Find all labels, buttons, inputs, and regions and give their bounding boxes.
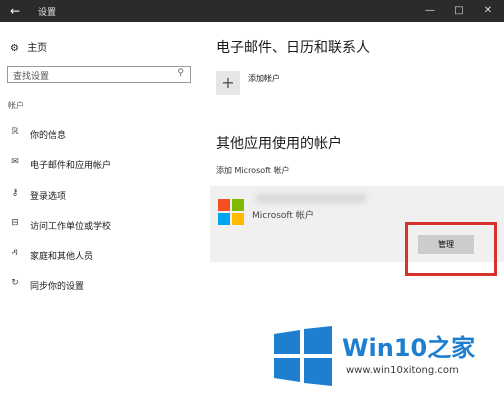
sidebar-home[interactable]: ⚙ 主页 (10, 39, 47, 54)
windows-logo-icon (274, 326, 332, 386)
watermark-zh: 之家 (427, 334, 476, 362)
briefcase-icon: ⊟ (11, 218, 19, 228)
sidebar-item-email-accounts[interactable]: ✉ 电子邮件和应用帐户 (0, 156, 200, 174)
back-arrow-icon[interactable]: ← (6, 3, 24, 19)
microsoft-logo-icon (218, 199, 244, 225)
sidebar-item-label: 同步你的设置 (30, 282, 85, 292)
section-heading: 其他应用使用的帐户 (216, 136, 342, 152)
close-button[interactable]: ✕ (474, 0, 502, 22)
sidebar-item-label: 你的信息 (30, 131, 67, 141)
manage-button[interactable]: 管理 (418, 235, 474, 254)
title-bar: ← 设置 — □ ✕ (0, 0, 504, 22)
sync-icon: ↻ (11, 278, 19, 288)
search-placeholder: 查找设置 (13, 72, 50, 82)
blurred-email (256, 194, 366, 203)
sidebar-item-sign-in[interactable]: ⚷ 登录选项 (0, 187, 200, 205)
search-input[interactable]: 查找设置 ⚲ (7, 66, 191, 83)
sidebar-item-work-school[interactable]: ⊟ 访问工作单位或学校 (0, 217, 200, 235)
gear-icon: ⚙ (10, 43, 19, 54)
add-account-button[interactable]: + (216, 71, 240, 95)
sidebar-item-label: 访问工作单位或学校 (30, 222, 112, 232)
window-title: 设置 (38, 8, 57, 18)
sidebar-item-label: 登录选项 (30, 192, 67, 202)
section-title: 帐户 (8, 101, 24, 110)
minimize-button[interactable]: — (416, 0, 444, 22)
mail-icon: ✉ (11, 157, 19, 167)
key-icon: ⚷ (11, 188, 19, 198)
sidebar-item-family[interactable]: ዳ 家庭和其他人员 (0, 247, 200, 265)
add-account-label[interactable]: 添加帐户 (248, 73, 280, 84)
maximize-button[interactable]: □ (445, 0, 473, 22)
sidebar-item-label: 电子邮件和应用帐户 (30, 161, 112, 171)
sidebar-item-label: 家庭和其他人员 (30, 252, 94, 262)
watermark: Win10之家 www.win10xitong.com (270, 318, 504, 393)
plus-icon: + (221, 73, 235, 92)
home-label: 主页 (27, 43, 48, 54)
person-info-icon: ℝ (11, 127, 19, 137)
search-icon[interactable]: ⚲ (177, 68, 184, 78)
watermark-brand: Win10之家 (342, 328, 475, 363)
add-microsoft-account-link[interactable]: 添加 Microsoft 帐户 (216, 165, 290, 176)
person-add-icon: ዳ (12, 248, 18, 258)
account-name: Microsoft 帐户 (252, 211, 314, 221)
watermark-win: Win10 (342, 334, 428, 362)
sidebar-item-your-info[interactable]: ℝ 你的信息 (0, 126, 200, 144)
sidebar: ⚙ 主页 查找设置 ⚲ 帐户 ℝ 你的信息 ✉ 电子邮件和应用帐户 ⚷ 登录选项… (0, 22, 200, 393)
sidebar-item-sync[interactable]: ↻ 同步你的设置 (0, 277, 200, 295)
page-title: 电子邮件、日历和联系人 (216, 40, 370, 56)
watermark-url: www.win10xitong.com (346, 365, 459, 376)
